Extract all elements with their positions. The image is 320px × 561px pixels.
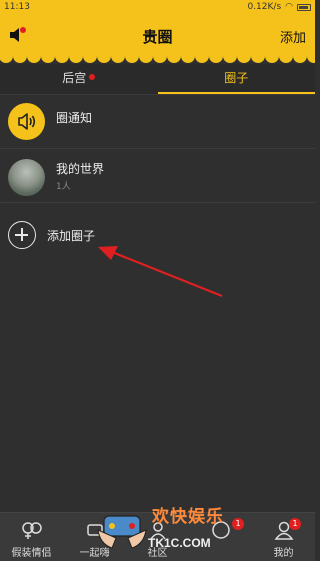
nav-label: 假装情侣 bbox=[11, 548, 52, 559]
watermark: 欢快娱乐 TK1C.COM bbox=[90, 500, 240, 556]
app-screen: 11:13 0.12K/s ◠ 贵圈 添加 后宫 圈子 圈通知 我的世界 1人 … bbox=[0, 0, 315, 561]
nav-item-fake-couple[interactable]: 假装情侣 bbox=[0, 513, 63, 561]
nav-item-mine[interactable]: 1 我的 bbox=[252, 513, 315, 561]
watermark-text: 欢快娱乐 bbox=[152, 507, 224, 527]
nav-label: 我的 bbox=[273, 548, 294, 559]
annotation-arrow bbox=[98, 246, 223, 298]
gamepad-hands-icon bbox=[97, 515, 147, 549]
couple-icon bbox=[21, 522, 42, 539]
nav-badge: 1 bbox=[289, 518, 301, 530]
watermark-url: TK1C.COM bbox=[148, 536, 211, 550]
